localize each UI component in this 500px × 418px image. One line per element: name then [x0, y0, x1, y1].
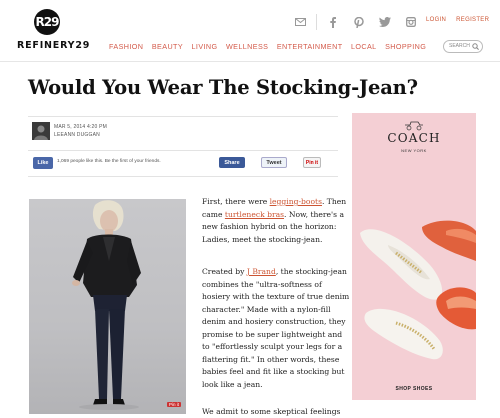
header-divider: [316, 14, 317, 30]
article-paragraph-3: We admit to some skeptical feelings: [202, 407, 341, 416]
nav-item-living[interactable]: LIVING: [192, 42, 218, 51]
byline-divider-top: [28, 116, 338, 117]
facebook-icon[interactable]: [325, 14, 341, 30]
search-placeholder: SEARCH: [449, 43, 470, 49]
social-divider-bottom: [28, 176, 338, 177]
search-input[interactable]: SEARCH: [443, 40, 483, 53]
pin-label: Pin it: [305, 159, 319, 166]
main-nav: FASHION BEAUTY LIVING WELLNESS ENTERTAIN…: [109, 42, 435, 51]
photo-pin-it-button[interactable]: Pin it: [167, 402, 182, 407]
site-header: R29 REFINERY29 LOGIN REGISTER FASHION BE…: [0, 0, 500, 62]
tweet-label: Tweet: [266, 159, 282, 166]
instagram-icon[interactable]: [403, 14, 419, 30]
fb-like-label: Like: [37, 160, 49, 166]
login-link[interactable]: LOGIN: [426, 17, 446, 23]
facebook-like-button[interactable]: Like: [33, 157, 53, 169]
header-icons: [292, 14, 429, 30]
author-avatar[interactable]: [32, 122, 50, 140]
mail-icon[interactable]: [292, 14, 308, 30]
ad-shoes-image: [360, 220, 476, 360]
search-icon[interactable]: [472, 43, 479, 50]
article-title: Would You Wear The Stocking-Jean?: [28, 76, 418, 99]
model-figure: [72, 200, 141, 410]
link-j-brand[interactable]: J Brand: [247, 267, 276, 276]
link-turtleneck-bras[interactable]: turtleneck bras: [225, 210, 284, 219]
nav-item-shopping[interactable]: SHOPPING: [385, 42, 426, 51]
link-legging-boots[interactable]: legging-boots: [270, 197, 322, 206]
carriage-logo-icon: [405, 121, 423, 131]
coach-ad[interactable]: COACH NEW YORK SHOP SHOES: [352, 113, 476, 400]
auth-links: LOGIN REGISTER: [426, 17, 489, 23]
nav-item-entertainment[interactable]: ENTERTAINMENT: [277, 42, 343, 51]
article-paragraph-2: Created by J Brand, the stocking-jean co…: [202, 267, 350, 389]
nav-item-local[interactable]: LOCAL: [351, 42, 377, 51]
article-author[interactable]: LEEANN DUGGAN: [54, 132, 100, 138]
share-label: Share: [224, 159, 240, 166]
ad-brand: COACH: [387, 131, 441, 145]
twitter-icon[interactable]: [377, 14, 393, 30]
brand-logo-mark[interactable]: R29: [34, 9, 60, 35]
nav-item-beauty[interactable]: BEAUTY: [152, 42, 183, 51]
pin-it-button[interactable]: Pin it: [303, 157, 321, 168]
byline-divider-middle: [28, 150, 338, 151]
nav-item-wellness[interactable]: WELLNESS: [226, 42, 268, 51]
ad-shop-button[interactable]: SHOP SHOES: [352, 386, 476, 392]
ad-brand-sub: NEW YORK: [401, 148, 427, 153]
pinterest-icon[interactable]: [351, 14, 367, 30]
article-paragraph-1: First, there were legging-boots. Then ca…: [202, 197, 347, 244]
tweet-button[interactable]: Tweet: [261, 157, 287, 168]
facebook-share-button[interactable]: Share: [219, 157, 245, 168]
article-photo[interactable]: Pin it: [29, 199, 186, 414]
register-link[interactable]: REGISTER: [456, 17, 489, 23]
nav-item-fashion[interactable]: FASHION: [109, 42, 143, 51]
brand-name[interactable]: REFINERY29: [17, 40, 90, 51]
facebook-like-count: 1,069 people like this. Be the first of …: [57, 159, 161, 164]
article-date: MAR 5, 2014 4:20 PM: [54, 124, 107, 130]
